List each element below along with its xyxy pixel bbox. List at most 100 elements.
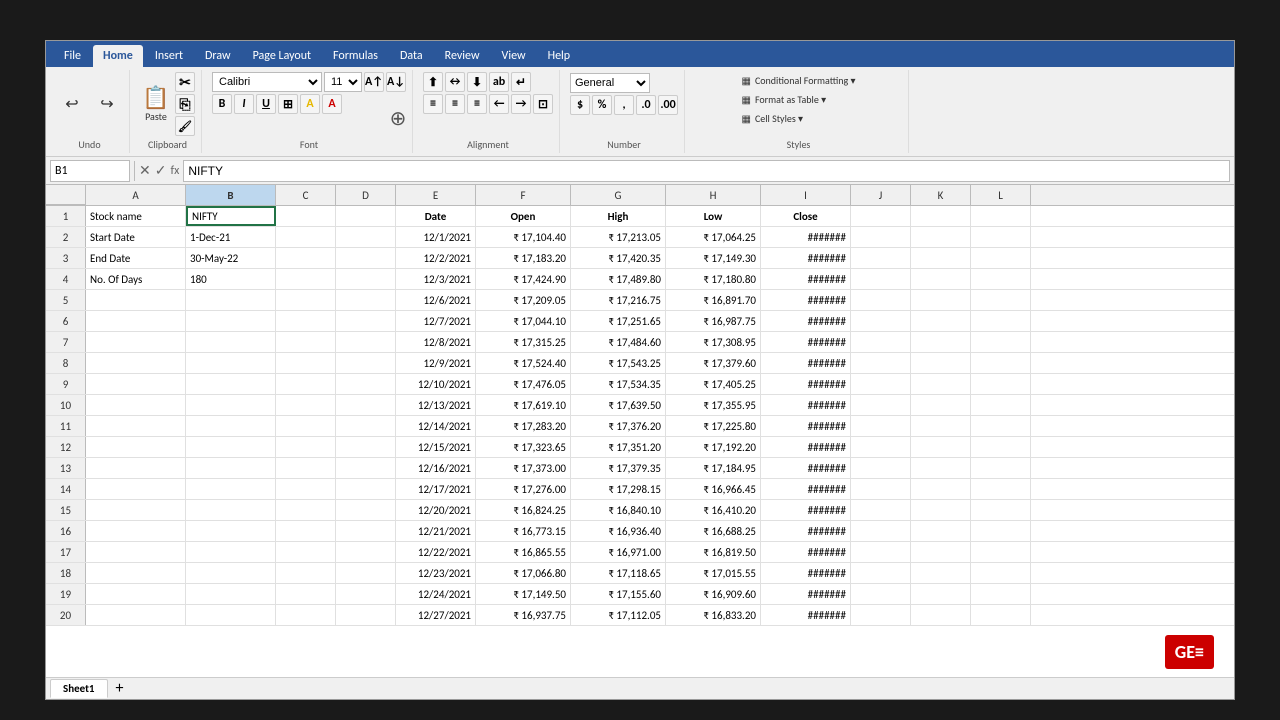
cell[interactable]: ₹ 17,213.05	[571, 227, 666, 247]
cell[interactable]: ₹ 16,819.50	[666, 542, 761, 562]
cell[interactable]: ₹ 17,424.90	[476, 269, 571, 289]
cell[interactable]: ₹ 16,891.70	[666, 290, 761, 310]
cell[interactable]	[276, 332, 336, 352]
copy-button[interactable]: ⎘	[175, 94, 195, 114]
increase-font-button[interactable]: A↑	[364, 72, 384, 92]
cell[interactable]	[851, 584, 911, 604]
cell[interactable]	[971, 563, 1031, 583]
cell[interactable]	[971, 311, 1031, 331]
cell[interactable]: ₹ 17,323.65	[476, 437, 571, 457]
cell[interactable]: ₹ 17,373.00	[476, 458, 571, 478]
cell[interactable]	[971, 605, 1031, 625]
cell[interactable]	[911, 290, 971, 310]
cell[interactable]	[851, 563, 911, 583]
cell[interactable]: ₹ 16,410.20	[666, 500, 761, 520]
cell[interactable]: ₹ 16,966.45	[666, 479, 761, 499]
cell[interactable]: 12/21/2021	[396, 521, 476, 541]
cell[interactable]: ₹ 17,379.35	[571, 458, 666, 478]
font-size-select[interactable]: 11	[324, 72, 362, 92]
cell[interactable]: 12/24/2021	[396, 584, 476, 604]
cell[interactable]: ₹ 17,149.30	[666, 248, 761, 268]
cell[interactable]: 12/13/2021	[396, 395, 476, 415]
col-header-d[interactable]: D	[336, 185, 396, 205]
cell[interactable]	[336, 311, 396, 331]
confirm-formula-icon[interactable]: ✓	[155, 162, 167, 179]
cell[interactable]: Open	[476, 206, 571, 226]
cell[interactable]: 12/2/2021	[396, 248, 476, 268]
cell[interactable]: Close	[761, 206, 851, 226]
cell[interactable]: #######	[761, 395, 851, 415]
row-number[interactable]: 3	[46, 248, 86, 268]
underline-button[interactable]: U	[256, 94, 276, 114]
col-header-c[interactable]: C	[276, 185, 336, 205]
cell[interactable]	[911, 416, 971, 436]
row-number[interactable]: 10	[46, 395, 86, 415]
cell[interactable]	[971, 206, 1031, 226]
insert-function-icon[interactable]: fx	[170, 164, 179, 178]
cell[interactable]	[86, 563, 186, 583]
cell[interactable]	[86, 605, 186, 625]
cell[interactable]	[86, 416, 186, 436]
cell[interactable]: 12/9/2021	[396, 353, 476, 373]
cell[interactable]	[851, 353, 911, 373]
cell[interactable]	[851, 458, 911, 478]
cell[interactable]	[971, 290, 1031, 310]
cell[interactable]: ₹ 16,971.00	[571, 542, 666, 562]
cell[interactable]: 12/1/2021	[396, 227, 476, 247]
cell[interactable]	[336, 206, 396, 226]
cell[interactable]: 12/27/2021	[396, 605, 476, 625]
cell[interactable]: #######	[761, 374, 851, 394]
cut-button[interactable]: ✂	[175, 72, 195, 92]
formula-input[interactable]	[183, 160, 1230, 182]
cell[interactable]: ₹ 16,909.60	[666, 584, 761, 604]
cell[interactable]	[851, 206, 911, 226]
cell[interactable]: #######	[761, 542, 851, 562]
cell[interactable]: ₹ 17,619.10	[476, 395, 571, 415]
cell[interactable]: ₹ 16,773.15	[476, 521, 571, 541]
cell[interactable]: High	[571, 206, 666, 226]
row-number[interactable]: 5	[46, 290, 86, 310]
cell[interactable]: #######	[761, 290, 851, 310]
cell[interactable]: Start Date	[86, 227, 186, 247]
cell[interactable]	[186, 521, 276, 541]
format-as-table-button[interactable]: ▦ Format as Table ▾	[737, 91, 859, 108]
cell[interactable]: ₹ 17,489.80	[571, 269, 666, 289]
cell[interactable]: ₹ 17,308.95	[666, 332, 761, 352]
cell[interactable]: ₹ 17,298.15	[571, 479, 666, 499]
cell[interactable]	[86, 374, 186, 394]
cell[interactable]: ₹ 17,283.20	[476, 416, 571, 436]
row-number[interactable]: 12	[46, 437, 86, 457]
col-header-f[interactable]: F	[476, 185, 571, 205]
cell[interactable]: End Date	[86, 248, 186, 268]
fill-color-button[interactable]: A	[300, 94, 320, 114]
cell[interactable]	[276, 227, 336, 247]
cell[interactable]: 180	[186, 269, 276, 289]
cell[interactable]: ₹ 17,192.20	[666, 437, 761, 457]
col-header-i[interactable]: I	[761, 185, 851, 205]
cancel-formula-icon[interactable]: ✕	[139, 162, 151, 179]
align-middle-button[interactable]: ↔	[445, 72, 465, 92]
cell[interactable]: ₹ 16,824.25	[476, 500, 571, 520]
comma-button[interactable]: ,	[614, 95, 634, 115]
cell[interactable]	[86, 332, 186, 352]
cell[interactable]: ₹ 17,484.60	[571, 332, 666, 352]
cell[interactable]: ₹ 17,315.25	[476, 332, 571, 352]
tab-file[interactable]: File	[54, 45, 91, 67]
cell[interactable]: 12/14/2021	[396, 416, 476, 436]
cell[interactable]	[851, 437, 911, 457]
cell[interactable]: #######	[761, 563, 851, 583]
cell[interactable]: ₹ 17,355.95	[666, 395, 761, 415]
cell[interactable]: ₹ 17,183.20	[476, 248, 571, 268]
cell[interactable]	[336, 248, 396, 268]
cell[interactable]	[971, 500, 1031, 520]
cell[interactable]: ₹ 17,112.05	[571, 605, 666, 625]
cell[interactable]	[971, 353, 1031, 373]
cell[interactable]	[276, 500, 336, 520]
cell[interactable]	[336, 416, 396, 436]
cell[interactable]	[186, 605, 276, 625]
col-header-k[interactable]: K	[911, 185, 971, 205]
wrap-text-button[interactable]: ↵	[511, 72, 531, 92]
cell[interactable]: ₹ 17,184.95	[666, 458, 761, 478]
cell[interactable]	[851, 374, 911, 394]
cell[interactable]: 12/17/2021	[396, 479, 476, 499]
